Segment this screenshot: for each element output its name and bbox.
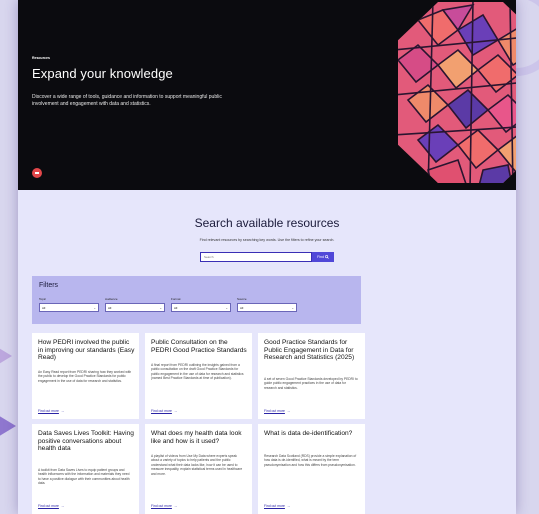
resource-card[interactable]: Data Saves Lives Toolkit: Having positiv…	[32, 424, 139, 514]
filter-label: Topic	[39, 297, 47, 301]
resource-card[interactable]: Public Consultation on the PEDRI Good Pr…	[145, 333, 252, 419]
hero-description: Discover a wide range of tools, guidance…	[32, 94, 222, 107]
scroll-down-icon[interactable]	[32, 168, 42, 178]
search-heading: Search available resources	[194, 216, 340, 230]
filters-title: Filters	[39, 282, 59, 289]
card-title: What does my health data look like and h…	[151, 430, 242, 445]
search-bar: Find	[18, 252, 516, 262]
resource-card[interactable]: How PEDRI involved the public in improvi…	[32, 333, 139, 419]
link-label: Find out more	[151, 504, 172, 508]
filter-source: Source All ⌄	[237, 297, 297, 312]
hero-eyebrow: Resources	[32, 56, 50, 60]
card-title: How PEDRI involved the public in improvi…	[38, 339, 135, 362]
topic-select[interactable]: All ⌄	[39, 303, 99, 312]
search-subtitle: Find relevant resources by searching key…	[199, 238, 335, 242]
card-title: Good Practice Standards for Public Engag…	[264, 339, 355, 362]
filter-label: Audience	[105, 297, 118, 301]
link-label: Find out more	[264, 409, 285, 413]
card-description: A playlist of videos from Use My Data wh…	[151, 454, 243, 476]
find-out-more-link[interactable]: Find out more →	[264, 409, 290, 413]
decorative-arrow-shape	[0, 408, 16, 444]
card-description: An Easy Read report from PEDRI sharing h…	[38, 370, 132, 383]
filter-value: All	[240, 305, 244, 310]
link-label: Find out more	[38, 504, 59, 508]
arrow-right-icon: →	[173, 504, 178, 508]
audience-select[interactable]: All ⌄	[105, 303, 165, 312]
find-out-more-link[interactable]: Find out more →	[151, 409, 177, 413]
chevron-down-icon: ⌄	[159, 305, 162, 310]
card-description: A toolkit from Data Saves Lives to equip…	[38, 468, 130, 486]
search-input[interactable]	[200, 252, 312, 262]
source-select[interactable]: All ⌄	[237, 303, 297, 312]
filter-topic: Topic All ⌄	[39, 297, 99, 312]
chevron-down-icon: ⌄	[93, 305, 96, 310]
arrow-right-icon: →	[173, 409, 178, 413]
resource-card[interactable]: What does my health data look like and h…	[145, 424, 252, 514]
filter-audience: Audience All ⌄	[105, 297, 165, 312]
find-button[interactable]: Find	[312, 252, 334, 262]
arrow-right-icon: →	[286, 409, 291, 413]
format-select[interactable]: All ⌄	[171, 303, 231, 312]
filter-format: Format All ⌄	[171, 297, 231, 312]
decorative-arrow-shape	[0, 338, 12, 374]
card-title: What is data de-identification?	[264, 430, 353, 437]
page-title: Expand your knowledge	[32, 66, 173, 81]
link-label: Find out more	[151, 409, 172, 413]
arrow-right-icon: →	[60, 504, 65, 508]
chevron-down-icon: ⌄	[225, 305, 228, 310]
link-label: Find out more	[264, 504, 285, 508]
filter-value: All	[108, 305, 112, 310]
search-section: Search available resources Find relevant…	[18, 190, 516, 262]
link-label: Find out more	[38, 409, 59, 413]
arrow-right-icon: →	[286, 504, 291, 508]
resource-card[interactable]: Good Practice Standards for Public Engag…	[258, 333, 365, 419]
find-out-more-link[interactable]: Find out more →	[151, 504, 177, 508]
geometric-pattern-art	[398, 2, 516, 183]
filters-panel: Filters Topic All ⌄ Audience All ⌄ Forma…	[32, 276, 361, 324]
chevron-down-icon: ⌄	[291, 305, 294, 310]
find-out-more-link[interactable]: Find out more →	[38, 504, 64, 508]
filter-value: All	[174, 305, 178, 310]
card-description: A set of seven Good Practice Standards d…	[264, 377, 358, 390]
filter-label: Format	[171, 297, 181, 301]
find-out-more-link[interactable]: Find out more →	[264, 504, 290, 508]
filter-value: All	[42, 305, 46, 310]
search-icon	[325, 255, 329, 259]
find-button-label: Find	[317, 255, 324, 259]
card-description: A final report from PEDRI outlining the …	[151, 363, 244, 381]
webpage: Resources Expand your knowledge Discover…	[18, 0, 516, 514]
hero-banner: Resources Expand your knowledge Discover…	[18, 0, 516, 190]
arrow-right-icon: →	[60, 409, 65, 413]
find-out-more-link[interactable]: Find out more →	[38, 409, 64, 413]
card-description: Research Data Scotland (RDS) provide a s…	[264, 454, 357, 467]
filter-label: Source	[237, 297, 247, 301]
card-title: Public Consultation on the PEDRI Good Pr…	[151, 339, 247, 354]
card-title: Data Saves Lives Toolkit: Having positiv…	[38, 430, 134, 453]
resource-card[interactable]: What is data de-identification? Research…	[258, 424, 365, 514]
